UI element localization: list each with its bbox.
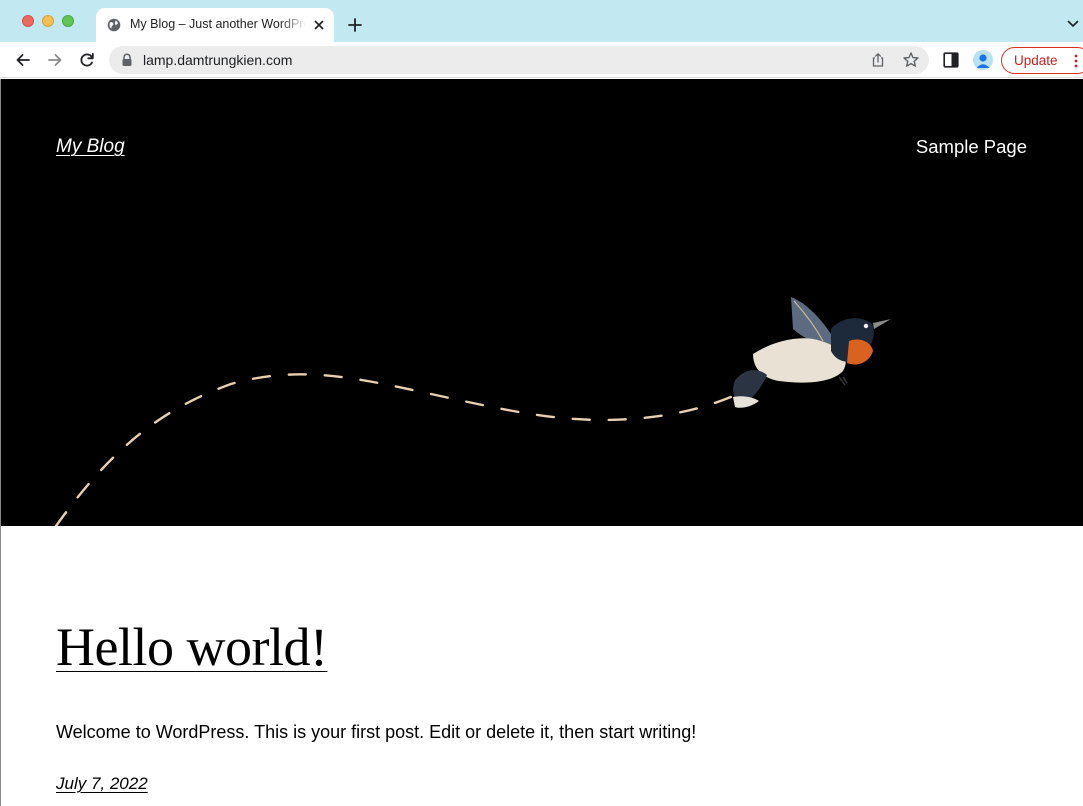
reload-icon[interactable] [77, 50, 97, 70]
chevron-down-icon[interactable] [1066, 17, 1080, 31]
window-edge [0, 79, 1, 806]
address-bar[interactable]: lamp.damtrungkien.com [109, 46, 929, 74]
minimize-window-button[interactable] [42, 15, 54, 27]
site-title[interactable]: My Blog [56, 136, 125, 158]
browser-toolbar: lamp.damtrungkien.com Update [0, 42, 1083, 78]
bird-image [733, 297, 891, 408]
active-tab[interactable]: My Blog – Just another WordPress site [96, 8, 334, 42]
post-excerpt: Welcome to WordPress. This is your first… [56, 722, 697, 742]
star-icon[interactable] [902, 51, 920, 69]
share-icon[interactable] [870, 52, 886, 68]
post-title[interactable]: Hello world! [56, 616, 328, 678]
close-icon[interactable] [311, 17, 327, 33]
globe-icon [107, 18, 121, 32]
profile-avatar-icon[interactable] [973, 50, 993, 70]
back-arrow-icon[interactable] [13, 50, 33, 70]
maximize-window-button[interactable] [62, 15, 74, 27]
update-button-label: Update [1014, 53, 1058, 68]
update-button[interactable]: Update [1001, 47, 1083, 74]
url-text: lamp.damtrungkien.com [143, 52, 293, 68]
plus-icon[interactable] [346, 16, 364, 34]
nav-link-sample-page[interactable]: Sample Page [916, 136, 1027, 158]
tab-strip: My Blog – Just another WordPress site [0, 0, 1083, 42]
post-date[interactable]: July 7, 2022 [56, 774, 148, 794]
post-list: Hello world! Welcome to WordPress. This … [1, 526, 1083, 806]
more-vertical-icon[interactable] [1073, 54, 1079, 68]
tab-title: My Blog – Just another WordPress site [130, 17, 306, 31]
person-icon [976, 54, 990, 68]
site-header-hero: My Blog Sample Page [1, 79, 1083, 526]
side-panel-icon[interactable] [943, 52, 959, 68]
close-window-button[interactable] [22, 15, 34, 27]
forward-arrow-icon[interactable] [45, 50, 65, 70]
lock-icon[interactable] [121, 53, 133, 67]
